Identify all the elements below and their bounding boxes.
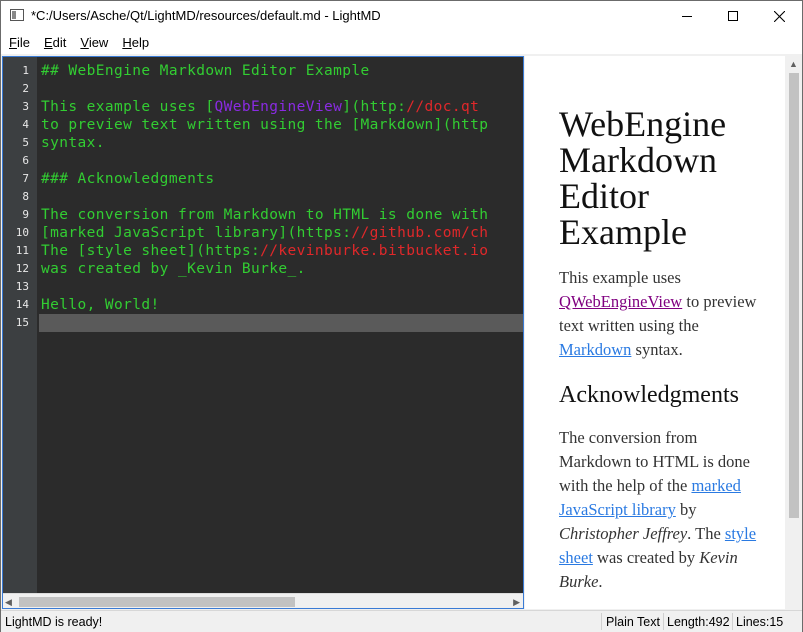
- main-window: *C:/Users/Asche/Qt/LightMD/resources/def…: [0, 0, 803, 632]
- code-token: QWebEngineView: [214, 99, 343, 115]
- p1-before: This example uses: [559, 268, 681, 287]
- editor-scroll-thumb[interactable]: [19, 597, 295, 607]
- line-number: 9: [22, 208, 29, 221]
- code-token: to preview text written using the [Markd…: [41, 117, 489, 133]
- status-separator: [732, 613, 733, 630]
- preview-paragraph-2: The conversion from Markdown to HTML is …: [559, 426, 769, 594]
- line-number: 7: [22, 172, 29, 185]
- line-number: 6: [22, 154, 29, 167]
- menu-file-mnemonic: F: [9, 35, 17, 50]
- status-lines: Lines:15: [736, 615, 784, 629]
- code-token: The [style sheet](https:: [41, 243, 261, 259]
- menu-view-rest: iew: [88, 35, 109, 50]
- menu-bar: File Edit View Help: [1, 31, 802, 54]
- scroll-left-arrow-icon[interactable]: ◀: [5, 597, 12, 608]
- code-token: Hello, World!: [41, 297, 160, 313]
- line-number: 8: [22, 190, 29, 203]
- p2-middle2: . The: [687, 524, 725, 543]
- code-line: to preview text written using the [Markd…: [41, 116, 488, 134]
- code-line: ## WebEngine Markdown Editor Example: [41, 62, 370, 80]
- p2-author1: Christopher Jeffrey: [559, 524, 688, 543]
- code-token: //doc.qt: [406, 99, 480, 115]
- preview-heading: WebEngine Markdown Editor Example: [559, 104, 727, 252]
- menu-help-rest: elp: [131, 35, 150, 50]
- scroll-up-arrow-icon[interactable]: ▲: [789, 59, 798, 69]
- line-number: 4: [22, 118, 29, 131]
- status-separator: [601, 613, 602, 630]
- p1-after: syntax.: [631, 340, 683, 359]
- code-line: [marked JavaScript library](https://gith…: [41, 224, 488, 242]
- line-number: 1: [22, 64, 29, 77]
- code-line: This example uses [QWebEngineView](http:…: [41, 98, 479, 116]
- link-qwebengineview[interactable]: QWebEngineView: [559, 292, 682, 311]
- preview-vertical-scrollbar[interactable]: ▲: [785, 56, 802, 609]
- status-message: LightMD is ready!: [5, 615, 103, 629]
- menu-file[interactable]: File: [3, 31, 36, 54]
- menu-view-mnemonic: V: [80, 35, 89, 50]
- maximize-icon: [728, 11, 738, 21]
- close-button[interactable]: [756, 1, 802, 31]
- line-number-gutter: 1 2 3 4 5 6 7 8 9 10 11 12 13 14 15: [3, 57, 37, 593]
- menu-help[interactable]: Help: [116, 31, 155, 54]
- maximize-button[interactable]: [710, 1, 756, 31]
- line-number: 14: [15, 298, 29, 311]
- p2-after: .: [598, 572, 603, 591]
- status-separator: [663, 613, 664, 630]
- code-token: The conversion from Markdown to HTML is …: [41, 207, 489, 223]
- p2-middle1: by: [675, 500, 697, 519]
- code-token: This example uses [: [41, 99, 215, 115]
- code-line: ### Acknowledgments: [41, 170, 214, 188]
- status-format: Plain Text: [606, 615, 660, 629]
- code-token: ## WebEngine Markdown Editor Example: [41, 63, 370, 79]
- minimize-button[interactable]: [664, 1, 710, 31]
- title-bar[interactable]: *C:/Users/Asche/Qt/LightMD/resources/def…: [1, 1, 802, 31]
- preview-content: WebEngine Markdown Editor Example This e…: [559, 106, 769, 594]
- code-line: syntax.: [41, 134, 105, 152]
- markdown-preview[interactable]: WebEngine Markdown Editor Example This e…: [525, 56, 802, 609]
- link-markdown[interactable]: Markdown: [559, 340, 631, 359]
- code-token: ](http:: [342, 99, 407, 115]
- line-number: 11: [15, 244, 29, 257]
- menu-edit-mnemonic: E: [43, 35, 53, 50]
- code-token: was created by _Kevin Burke_.: [41, 261, 306, 277]
- code-line: The [style sheet](https://kevinburke.bit…: [41, 242, 488, 260]
- scroll-right-arrow-icon[interactable]: ▶: [513, 597, 520, 608]
- line-number: 15: [15, 316, 29, 329]
- window-title: *C:/Users/Asche/Qt/LightMD/resources/def…: [31, 8, 381, 23]
- code-token: //github.com/ch: [351, 225, 489, 241]
- status-bar: LightMD is ready! Plain Text Length:492 …: [1, 610, 802, 632]
- line-number: 3: [22, 100, 29, 113]
- code-area[interactable]: ## WebEngine Markdown Editor Example This…: [39, 57, 523, 593]
- line-number: 2: [22, 82, 29, 95]
- line-number: 12: [15, 262, 29, 275]
- code-token: [marked JavaScript library](https:: [41, 225, 352, 241]
- minimize-icon: [682, 15, 692, 17]
- status-length: Length:492: [667, 615, 730, 629]
- menu-edit-rest: dit: [52, 35, 67, 50]
- line-number: 10: [15, 226, 29, 239]
- app-window-icon: [10, 9, 24, 21]
- menu-file-rest: ile: [16, 35, 30, 50]
- code-line: was created by _Kevin Burke_.: [41, 260, 306, 278]
- current-line-highlight: [39, 314, 523, 332]
- code-token: ### Acknowledgments: [41, 171, 215, 187]
- p2-middle3: was created by: [592, 548, 700, 567]
- preview-scroll-thumb[interactable]: [789, 73, 799, 518]
- preview-subheading: Acknowledgments: [559, 382, 739, 408]
- close-icon: [773, 10, 785, 22]
- menu-edit[interactable]: Edit: [38, 31, 72, 54]
- code-line: Hello, World!: [41, 296, 160, 314]
- markdown-editor[interactable]: 1 2 3 4 5 6 7 8 9 10 11 12 13 14 15 ## WebEngine Markd…: [2, 56, 524, 609]
- editor-horizontal-scrollbar[interactable]: ◀ ▶: [3, 593, 523, 608]
- line-number: 5: [22, 136, 29, 149]
- code-token: syntax.: [41, 135, 105, 151]
- menu-view[interactable]: View: [74, 31, 114, 54]
- code-line: The conversion from Markdown to HTML is …: [41, 206, 488, 224]
- code-token: //kevinburke.bitbucket.io: [260, 243, 489, 259]
- line-number: 13: [15, 280, 29, 293]
- menu-help-mnemonic: H: [122, 35, 132, 50]
- preview-paragraph-1: This example uses QWebEngineView to prev…: [559, 266, 769, 362]
